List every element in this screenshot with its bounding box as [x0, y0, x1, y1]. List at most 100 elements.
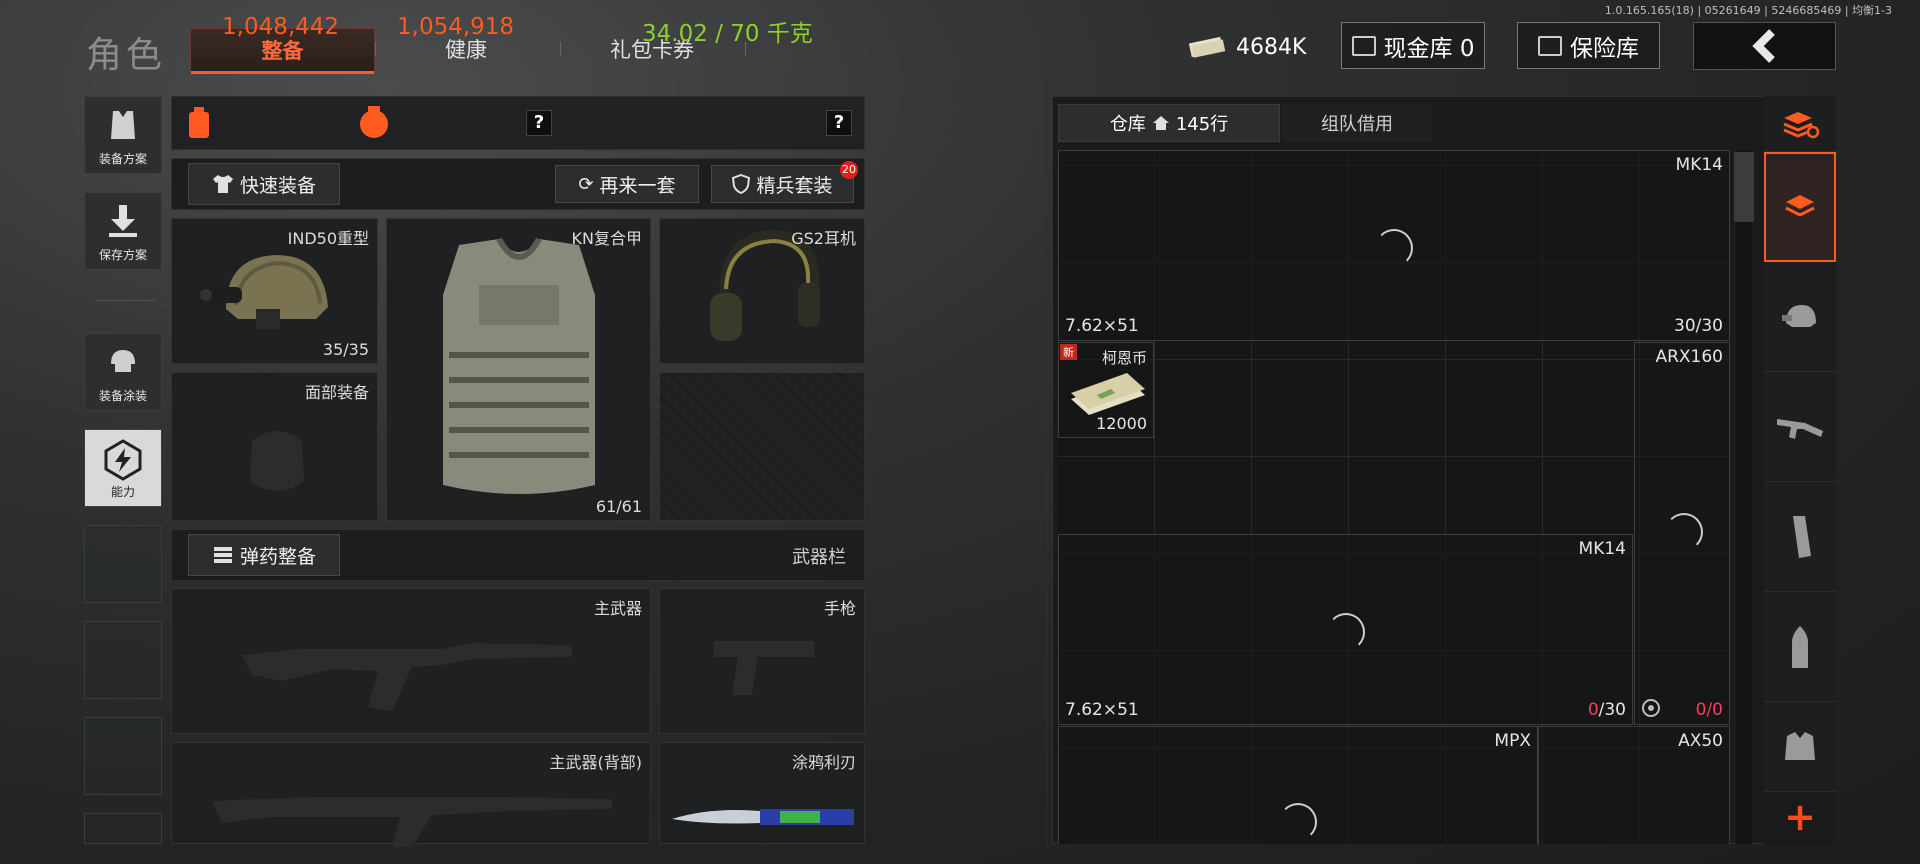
back-button[interactable] [1693, 22, 1836, 70]
rifle-icon [1777, 418, 1823, 439]
item-name: MK14 [1578, 539, 1626, 559]
sidebar-item-save[interactable]: 保存方案 [84, 192, 162, 270]
safe-icon [1538, 35, 1562, 56]
new-badge: 新 [1060, 344, 1077, 360]
warehouse-item[interactable]: MK14 7.62×51 30/30 [1058, 150, 1730, 341]
pistol-silhouette-icon [714, 641, 814, 695]
item-ammo-current: 0 [1695, 700, 1707, 720]
weight-help-button[interactable]: ? [826, 110, 852, 136]
back-weapon-label: 主武器(背部) [549, 753, 643, 772]
category-helmet[interactable] [1764, 262, 1836, 372]
warehouse-tab-label: 仓库 [1109, 114, 1146, 135]
elite-badge: 20 [840, 161, 858, 179]
item-count: 12000 [1096, 414, 1147, 433]
helmet-icon [200, 255, 328, 329]
face-mask-icon [250, 431, 304, 491]
primary-weapon-slot[interactable]: 主武器 [171, 588, 651, 734]
scrollbar-thumb[interactable] [1734, 152, 1754, 222]
category-ammo[interactable] [1764, 592, 1836, 702]
headset-name: GS2耳机 [791, 229, 856, 248]
sidebar-item-label: 装备涂装 [98, 389, 147, 403]
shield-icon [732, 174, 751, 194]
face-slot[interactable]: 面部装备 [171, 372, 378, 521]
category-all[interactable] [1764, 152, 1836, 262]
armor-slot[interactable]: KN复合甲 61/61 [386, 218, 651, 521]
helmet-slot[interactable]: IND50重型 35/35 [171, 218, 378, 364]
panel-divider [1046, 80, 1047, 850]
ammo-button[interactable]: 弹药整备 [188, 534, 340, 576]
cash-vault-button[interactable]: 现金库 0 [1341, 22, 1485, 69]
item-name: MPX [1494, 731, 1531, 751]
sidebar-item-ability[interactable]: 能力 [84, 429, 162, 507]
refresh-icon: ⟳ [578, 173, 594, 195]
warehouse-rows: 145行 [1175, 114, 1229, 135]
warehouse-item[interactable]: 新 柯恩币 12000 [1058, 342, 1154, 438]
money-stack-icon [1071, 373, 1145, 415]
rifle-silhouette-icon [242, 643, 572, 711]
item-ammo-max: /30 [1598, 700, 1626, 720]
sidebar-item-paint[interactable]: 装备涂装 [84, 333, 162, 411]
vest-icon [1785, 731, 1815, 760]
vest-icon [111, 111, 135, 139]
sidebar-divider [96, 300, 156, 301]
tab-team-borrow[interactable]: 组队借用 [1282, 104, 1432, 142]
bullet-icon [1792, 625, 1808, 668]
quick-equip-button[interactable]: 快速装备 [188, 163, 340, 205]
warehouse-item[interactable]: MK14 7.62×51 0/30 [1058, 534, 1633, 725]
back-arrow-icon [1751, 29, 1775, 63]
weapon-bar-label: 武器栏 [792, 547, 846, 568]
safe-button[interactable]: 保险库 [1517, 22, 1660, 69]
cash-vault-label: 现金库 0 [1383, 35, 1475, 62]
value-help-button[interactable]: ? [526, 110, 552, 136]
headset-slot[interactable]: GS2耳机 [659, 218, 865, 364]
add-button[interactable]: + [1764, 792, 1836, 844]
category-rifle[interactable] [1764, 372, 1836, 482]
pistol-label: 手枪 [823, 599, 856, 618]
loading-icon [1279, 803, 1317, 841]
butterfly-knife-icon [672, 809, 854, 825]
helmet-durability: 35/35 [322, 340, 369, 359]
body-armor-icon [443, 237, 595, 494]
loading-icon [1375, 229, 1413, 267]
sidebar-empty-slot [84, 621, 162, 699]
loading-icon [1665, 513, 1703, 551]
helmet-name: IND50重型 [287, 229, 369, 248]
again-label: 再来一套 [599, 174, 676, 197]
melee-slot[interactable]: 涂鸦利刃 [659, 742, 865, 844]
weight-display: 34.02 / 70 千克 [642, 21, 813, 47]
rifle-silhouette-icon [212, 797, 612, 847]
warehouse-item[interactable]: ARX160 0/0 [1634, 342, 1730, 725]
armor-name: KN复合甲 [571, 229, 642, 248]
category-magazine[interactable] [1764, 482, 1836, 592]
warehouse-item[interactable]: AX50 [1538, 726, 1730, 844]
tab-divider [560, 42, 561, 56]
total-value: 1,054,918 [397, 14, 515, 40]
magazine-icon [1793, 515, 1811, 558]
item-name: AX50 [1678, 731, 1723, 751]
sidebar-item-loadout[interactable]: 装备方案 [84, 96, 162, 174]
warehouse-item[interactable]: MPX [1058, 726, 1538, 844]
ammo-label: 弹药整备 [239, 545, 316, 568]
sidebar-item-label: 装备方案 [98, 152, 147, 166]
again-button[interactable]: ⟳ 再来一套 [555, 165, 699, 203]
sort-button[interactable] [1764, 96, 1836, 152]
scroll-track[interactable] [1736, 150, 1752, 844]
download-icon [109, 205, 137, 237]
empty-gear-slot[interactable] [659, 372, 865, 521]
item-caliber: 7.62×51 [1065, 316, 1139, 336]
gear-value: 1,048,442 [222, 14, 340, 40]
pistol-slot[interactable]: 手枪 [659, 588, 865, 734]
ability-icon [104, 439, 142, 481]
backpack-icon [189, 107, 209, 138]
category-vest[interactable] [1764, 702, 1836, 792]
sidebar-empty-slot [84, 717, 162, 795]
warehouse-grid: MK14 7.62×51 30/30 新 柯恩币 12000 ARX160 0/… [1058, 150, 1730, 844]
sidebar-empty-slot [84, 525, 162, 603]
elite-set-button[interactable]: 精兵套装 [711, 165, 854, 203]
sort-stack-icon [1783, 111, 1820, 138]
tab-warehouse[interactable]: 仓库 145行 [1058, 104, 1280, 142]
back-weapon-slot[interactable]: 主武器(背部) [171, 742, 651, 847]
sidebar-empty-slot [84, 813, 162, 844]
money-display: 4684K [1188, 28, 1306, 66]
stats-bar [171, 96, 865, 150]
